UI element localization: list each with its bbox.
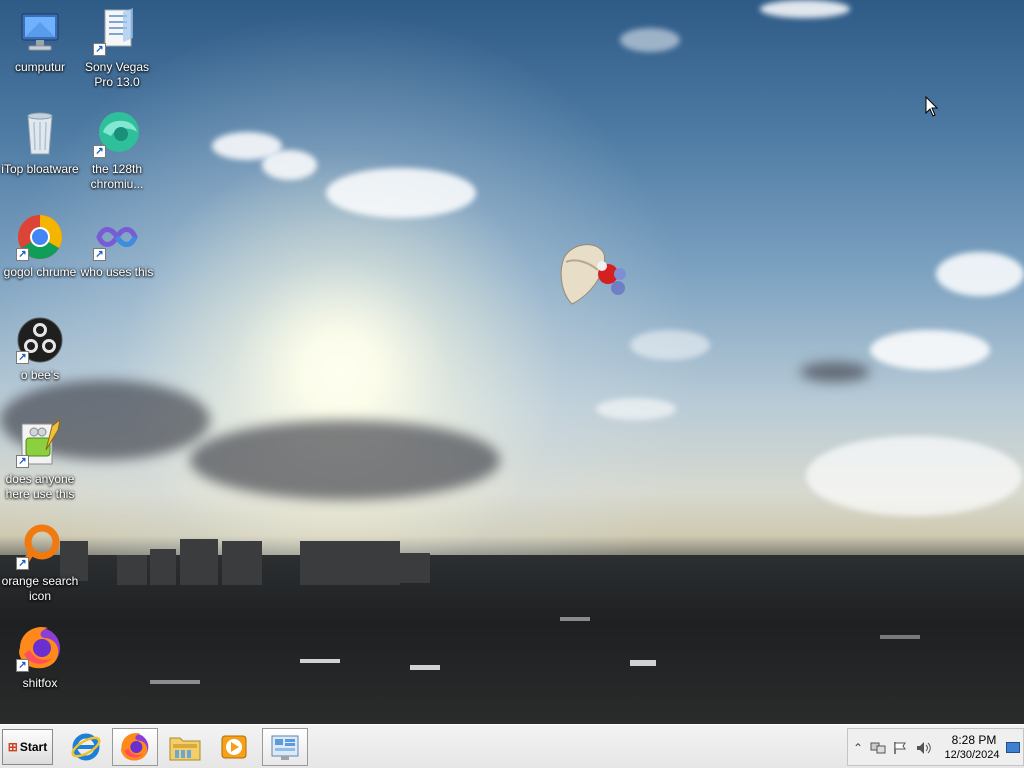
taskbar-button-internet-explorer[interactable] (63, 728, 109, 766)
firefox-icon (121, 732, 149, 761)
system-tray: ⌃ 8:28 PM 12/30/2024 (847, 728, 1024, 766)
clock-time[interactable]: 8:28 PM (949, 733, 999, 747)
taskbar: ⊞ Start ⌃ 8:28 PM 12/30/2024 (0, 724, 1024, 768)
shortcut-arrow-icon: ↗ (16, 659, 29, 672)
computer-icon (16, 8, 64, 56)
desktop-icon-cumputur[interactable]: cumputur (0, 8, 80, 75)
show-desktop-button[interactable] (1006, 742, 1020, 753)
desktop-icon-label: orange search icon (1, 574, 79, 603)
shortcut-arrow-icon: ↗ (93, 43, 106, 56)
shortcut-arrow-icon: ↗ (93, 145, 106, 158)
floating-mascot-image (560, 244, 626, 305)
desktop-icon-label: cumputur (14, 60, 66, 74)
desktop-icon-label: gogol chrume (3, 265, 77, 279)
desktop-icon-label: Sony Vegas Pro 13.0 (84, 60, 150, 89)
start-button[interactable]: ⊞ Start (2, 729, 53, 765)
internet-explorer-icon (71, 733, 101, 761)
control-panel-icon (271, 735, 299, 760)
taskbar-button-control-panel[interactable] (262, 728, 308, 766)
clock-date[interactable]: 12/30/2024 (941, 749, 1003, 761)
shortcut-arrow-icon: ↗ (16, 248, 29, 261)
taskbar-button-file-explorer[interactable] (162, 728, 208, 766)
folder-icon (169, 737, 201, 761)
shortcut-arrow-icon: ↗ (16, 351, 29, 364)
desktop-icon-chromium[interactable]: ↗ the 128th chromiu... (77, 110, 157, 192)
desktop-icon-does-anyone-here-use-this[interactable]: ↗ does anyone here use this (0, 418, 80, 502)
desktop-icon-label: who uses this (80, 265, 154, 279)
desktop-icon-gogol-chrume[interactable]: ↗ gogol chrume (0, 213, 80, 280)
desktop-icon-o-bees[interactable]: ↗ o bee's (0, 316, 80, 383)
media-player-icon (221, 735, 247, 759)
mouse-cursor-icon (925, 96, 939, 117)
desktop-icon-label: does anyone here use this (5, 472, 75, 501)
desktop-wallpaper: cumputur ↗ Sony Vegas Pro 13.0 iTop bloa… (0, 0, 1024, 724)
start-label: Start (19, 740, 48, 754)
desktop-icon-label: o bee's (20, 368, 60, 382)
city-skyline (0, 539, 1024, 724)
volume-icon[interactable] (916, 741, 932, 758)
taskbar-button-media-player[interactable] (211, 728, 257, 766)
windows-flag-icon: ⊞ (7, 740, 18, 754)
chrome-icon: ↗ (16, 213, 64, 261)
network-icon[interactable] (870, 741, 886, 758)
shortcut-arrow-icon: ↗ (16, 455, 29, 468)
shortcut-arrow-icon: ↗ (93, 248, 106, 261)
chromium-edge-icon: ↗ (93, 110, 141, 158)
desktop-icon-label: iTop bloatware (1, 162, 79, 176)
action-center-flag-icon[interactable] (893, 741, 907, 758)
show-hidden-icon[interactable]: ⌃ (853, 741, 863, 755)
obs-icon: ↗ (16, 316, 64, 364)
visual-studio-icon: ↗ (93, 213, 141, 261)
sony-vegas-icon: ↗ (93, 8, 141, 56)
firefox-icon: ↗ (16, 624, 64, 672)
desktop-icon-itop-bloatware[interactable]: iTop bloatware (0, 110, 80, 177)
desktop-icon-sony-vegas[interactable]: ↗ Sony Vegas Pro 13.0 (77, 8, 157, 90)
orange-search-icon: ↗ (16, 522, 64, 570)
desktop-icon-orange-search-icon[interactable]: ↗ orange search icon (0, 522, 80, 604)
desktop-icon-who-uses-this[interactable]: ↗ who uses this (77, 213, 157, 280)
desktop-icon-label: shitfox (22, 676, 58, 690)
notepad-plus-plus-icon: ↗ (16, 418, 64, 468)
desktop-icon-shitfox[interactable]: ↗ shitfox (0, 624, 80, 691)
shortcut-arrow-icon: ↗ (16, 557, 29, 570)
taskbar-button-firefox[interactable] (112, 728, 158, 766)
recycle-bin-icon (16, 110, 64, 158)
desktop-icon-label: the 128th chromiu... (90, 162, 144, 191)
